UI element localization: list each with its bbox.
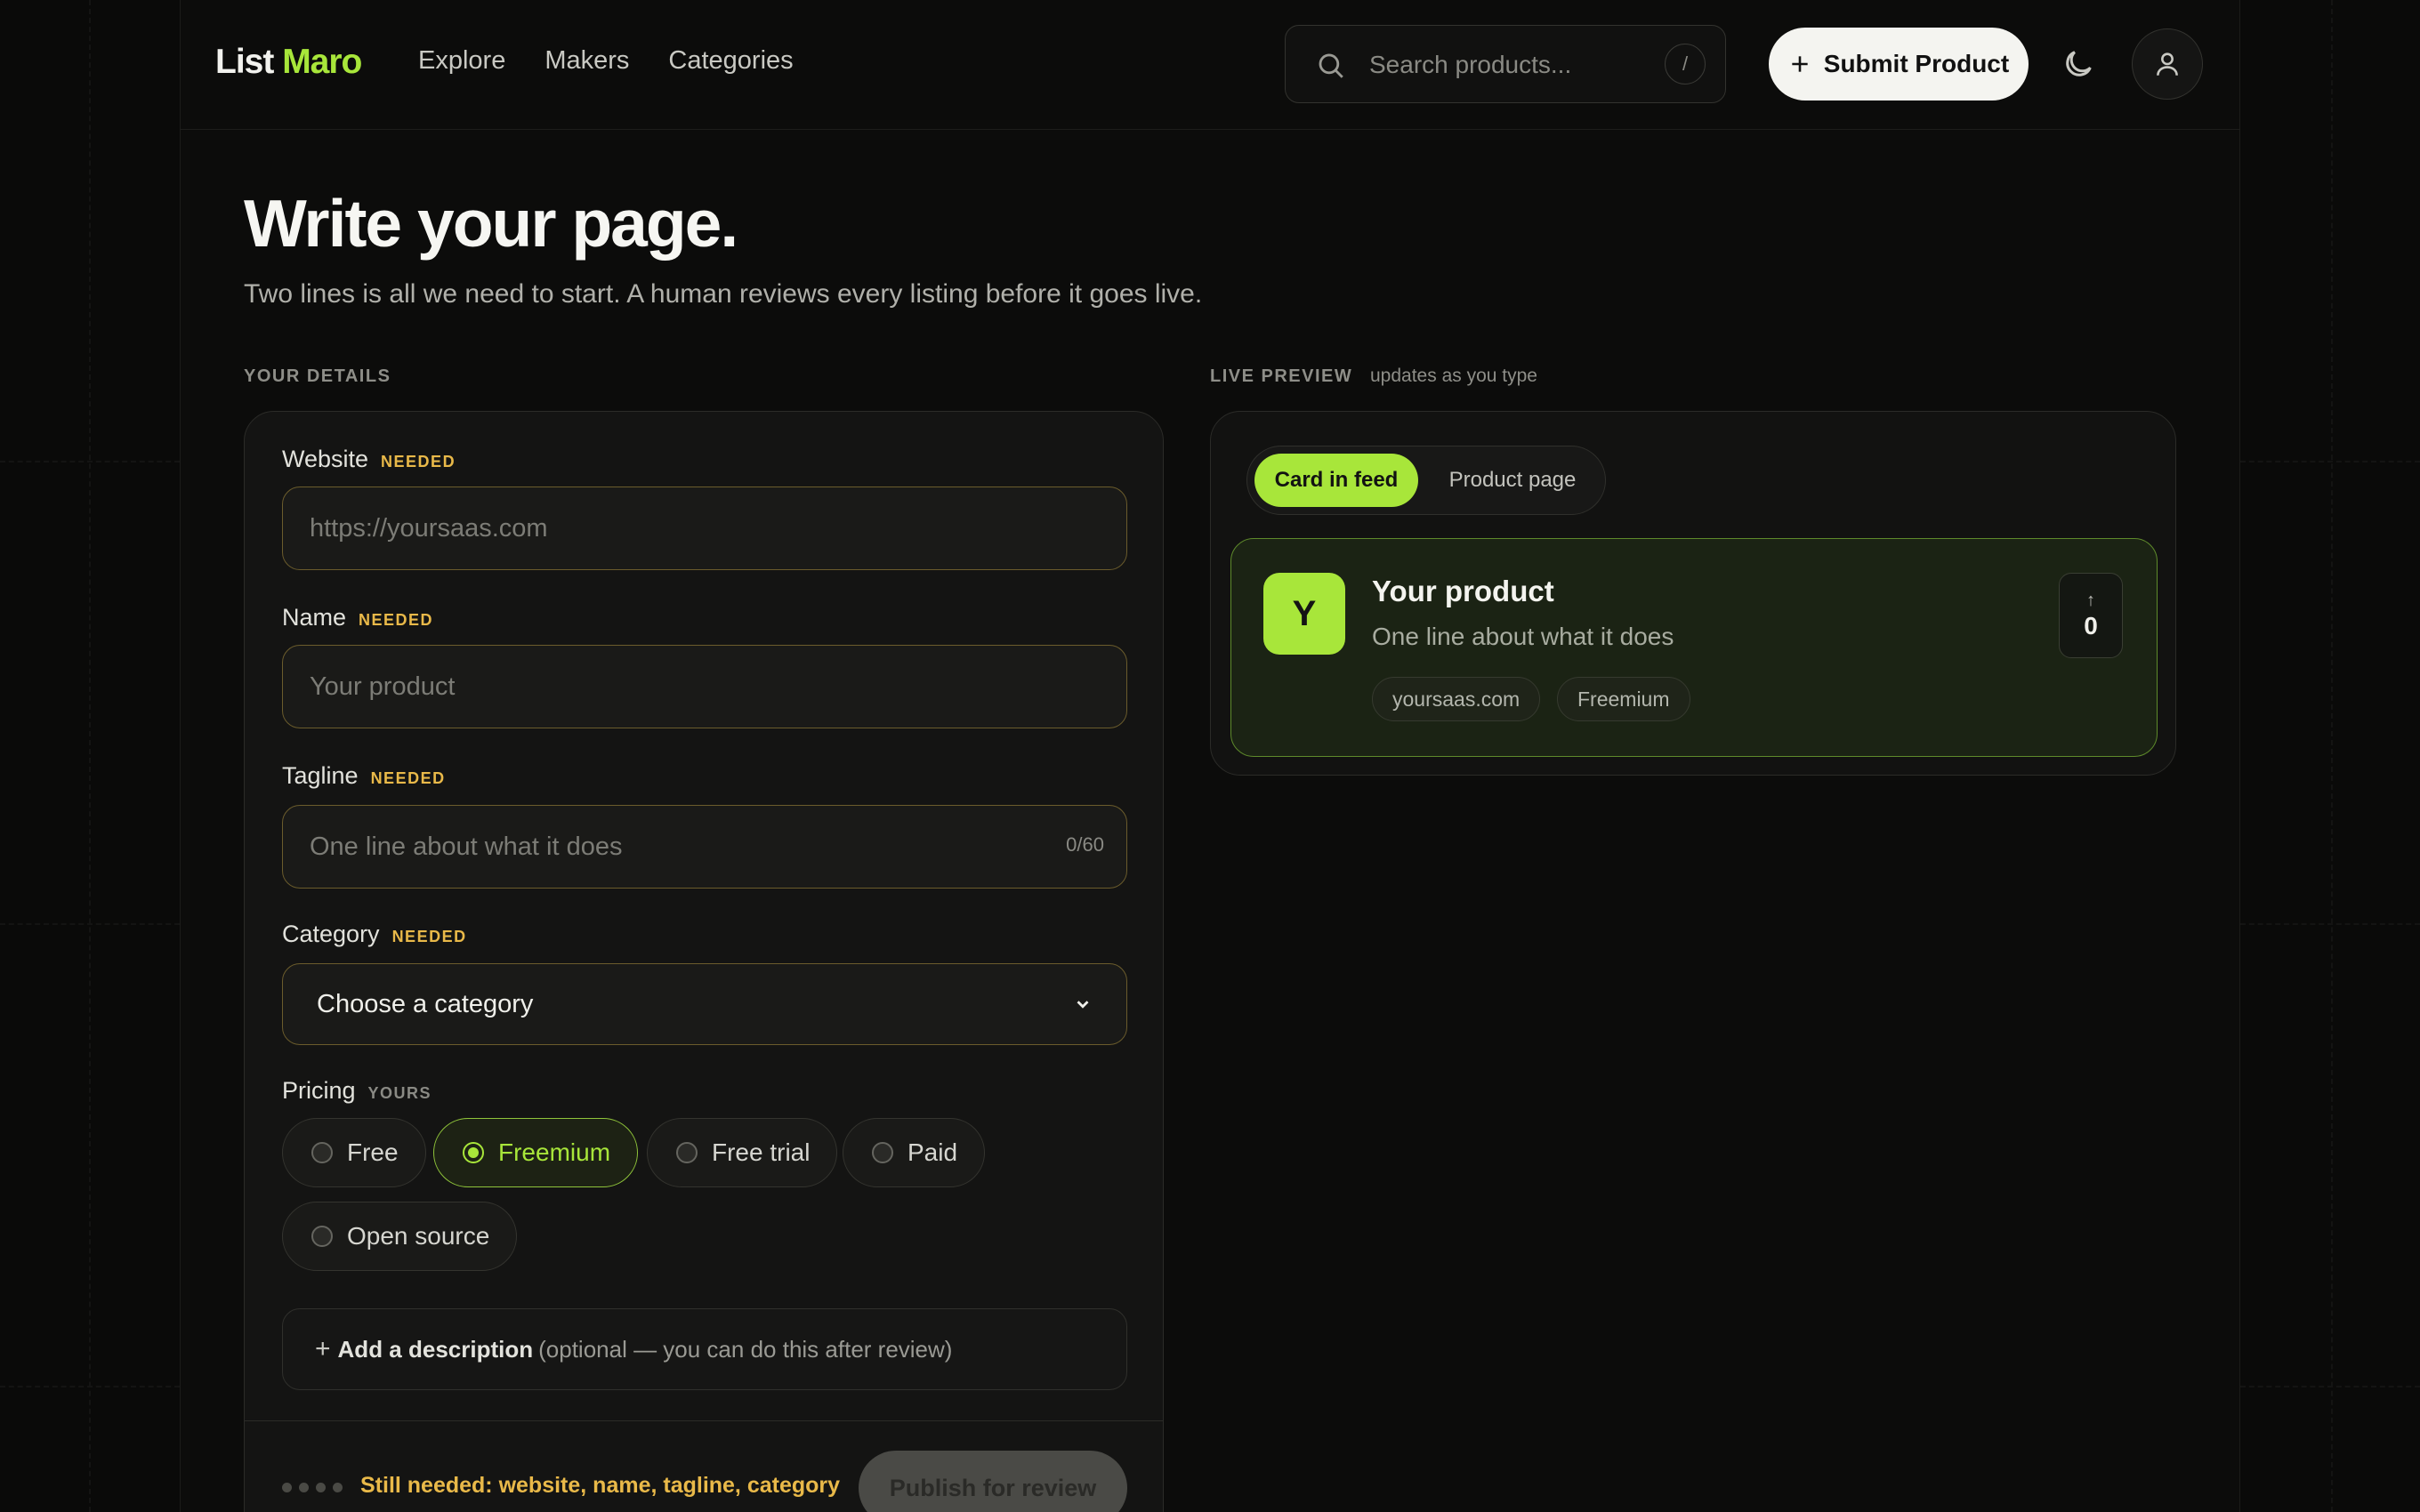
chevron-down-icon bbox=[1077, 1001, 1089, 1009]
pricing-option-label: Free bbox=[347, 1138, 399, 1166]
name-label: Name NEEDED bbox=[282, 604, 433, 631]
tab-card-in-feed[interactable]: Card in feed bbox=[1254, 454, 1418, 507]
tagline-label-text: Tagline bbox=[282, 762, 359, 789]
moon-icon[interactable] bbox=[2061, 46, 2096, 82]
page-title: Write your page. bbox=[244, 186, 738, 261]
plus-icon bbox=[1792, 56, 1808, 72]
nav-makers[interactable]: Makers bbox=[544, 46, 629, 76]
preview-product-tagline: One line about what it does bbox=[1372, 623, 1674, 650]
radio-selected-icon bbox=[463, 1142, 484, 1163]
progress-dot bbox=[316, 1483, 326, 1492]
category-label: Category NEEDED bbox=[282, 921, 467, 948]
search-shortcut-badge: / bbox=[1665, 44, 1706, 84]
tagline-needed-badge: NEEDED bbox=[370, 769, 446, 787]
radio-icon bbox=[311, 1142, 333, 1163]
pricing-option-open-source[interactable]: Open source bbox=[282, 1202, 518, 1271]
pricing-option-free[interactable]: Free bbox=[282, 1118, 426, 1187]
grid-line bbox=[2240, 1386, 2420, 1387]
logo-text-second: Maro bbox=[282, 43, 362, 81]
progress-dot bbox=[282, 1483, 292, 1492]
pricing-option-paid[interactable]: Paid bbox=[843, 1118, 986, 1187]
pricing-label: Pricing YOURS bbox=[282, 1077, 432, 1105]
preview-chip-website: yoursaas.com bbox=[1372, 677, 1541, 721]
add-description-label: Add a description bbox=[337, 1335, 534, 1363]
search-box[interactable]: Search products... / bbox=[1285, 25, 1726, 103]
grid-line bbox=[0, 923, 180, 925]
product-logo-placeholder: Y bbox=[1263, 573, 1345, 655]
pricing-option-label: Paid bbox=[908, 1138, 958, 1166]
preview-section-label: LIVE PREVIEW bbox=[1210, 366, 1353, 386]
tagline-label: Tagline NEEDED bbox=[282, 762, 446, 790]
radio-icon bbox=[676, 1142, 698, 1163]
nav-explore[interactable]: Explore bbox=[418, 46, 505, 76]
pricing-label-text: Pricing bbox=[282, 1077, 356, 1104]
grid-line bbox=[89, 0, 91, 1512]
add-description-note: (optional — you can do this after review… bbox=[538, 1335, 953, 1363]
progress-dot bbox=[299, 1483, 309, 1492]
pricing-option-label: Free trial bbox=[712, 1138, 811, 1166]
live-preview-panel: Card in feed Product page Y Your product… bbox=[1210, 411, 2176, 776]
nav-categories[interactable]: Categories bbox=[668, 46, 793, 76]
preview-section-note: updates as you type bbox=[1370, 366, 1537, 386]
radio-icon bbox=[311, 1226, 333, 1247]
form-footer-divider bbox=[245, 1420, 1163, 1421]
website-label: Website NEEDED bbox=[282, 446, 456, 473]
plus-icon: + bbox=[315, 1334, 331, 1363]
pricing-option-label: Freemium bbox=[498, 1138, 611, 1166]
add-description-button[interactable]: + Add a description (optional — you can … bbox=[282, 1308, 1127, 1390]
tagline-input[interactable] bbox=[282, 805, 1127, 889]
arrow-up-icon: ↑ bbox=[2086, 591, 2095, 610]
grid-line bbox=[2331, 0, 2333, 1512]
pricing-option-label: Open source bbox=[347, 1222, 490, 1250]
name-label-text: Name bbox=[282, 604, 347, 631]
user-avatar-button[interactable] bbox=[2132, 28, 2203, 100]
details-section-label: YOUR DETAILS bbox=[244, 366, 391, 386]
submit-product-label: Submit Product bbox=[1823, 50, 2010, 77]
upvote-count: 0 bbox=[2084, 612, 2098, 639]
still-needed-message: Still needed: website, name, tagline, ca… bbox=[360, 1473, 841, 1498]
brand-logo[interactable]: List Maro bbox=[215, 43, 362, 82]
pricing-option-free-trial[interactable]: Free trial bbox=[647, 1118, 838, 1187]
main-nav: Explore Makers Categories bbox=[418, 46, 794, 76]
pricing-option-freemium[interactable]: Freemium bbox=[433, 1118, 639, 1187]
category-needed-badge: NEEDED bbox=[391, 928, 467, 945]
grid-line bbox=[2240, 461, 2420, 462]
category-label-text: Category bbox=[282, 921, 380, 947]
name-needed-badge: NEEDED bbox=[359, 611, 434, 629]
upvote-button[interactable]: ↑ 0 bbox=[2059, 573, 2123, 658]
top-header: List Maro Explore Makers Categories Sear… bbox=[180, 0, 2240, 130]
preview-feed-card: Y Your product One line about what it do… bbox=[1230, 538, 2158, 757]
details-form: Website NEEDED Name NEEDED Tagline NEEDED 0… bbox=[244, 411, 1164, 1512]
radio-icon bbox=[872, 1142, 893, 1163]
website-input[interactable] bbox=[282, 487, 1127, 570]
submit-product-button[interactable]: Submit Product bbox=[1769, 28, 2029, 101]
progress-dot bbox=[333, 1483, 343, 1492]
tab-product-page[interactable]: Product page bbox=[1425, 454, 1600, 507]
website-label-text: Website bbox=[282, 446, 369, 472]
grid-line bbox=[0, 1386, 180, 1387]
preview-chip-pricing: Freemium bbox=[1557, 677, 1690, 721]
grid-line bbox=[0, 461, 180, 462]
preview-tab-switcher: Card in feed Product page bbox=[1246, 446, 1606, 515]
grid-line bbox=[2240, 923, 2420, 925]
tagline-char-counter: 0/60 bbox=[1066, 833, 1104, 856]
search-icon bbox=[1319, 53, 1343, 78]
preview-product-name: Your product bbox=[1372, 575, 1554, 607]
search-placeholder: Search products... bbox=[1369, 51, 1572, 78]
user-icon bbox=[2157, 52, 2178, 76]
pricing-yours-badge: YOURS bbox=[367, 1084, 432, 1102]
logo-text-first: List bbox=[215, 43, 274, 81]
category-select-value: Choose a category bbox=[317, 989, 534, 1018]
progress-dots bbox=[282, 1483, 343, 1492]
website-needed-badge: NEEDED bbox=[381, 453, 456, 470]
name-input[interactable] bbox=[282, 645, 1127, 728]
category-select[interactable]: Choose a category bbox=[282, 963, 1127, 1045]
publish-for-review-button[interactable]: Publish for review bbox=[859, 1451, 1127, 1512]
page-subtitle: Two lines is all we need to start. A hum… bbox=[244, 279, 1203, 309]
